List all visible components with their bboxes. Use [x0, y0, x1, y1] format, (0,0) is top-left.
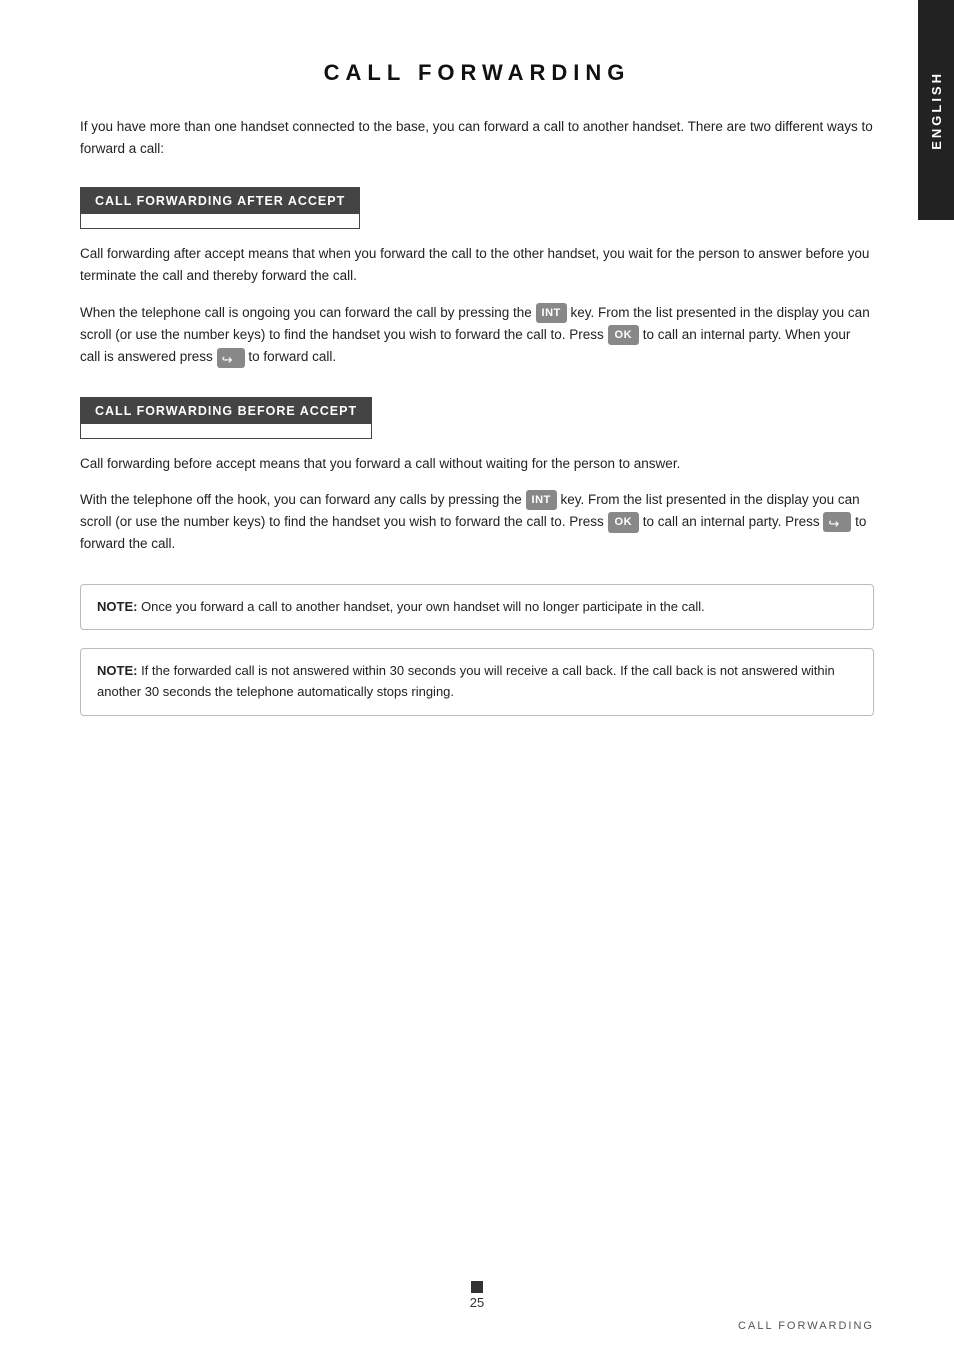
ok-key-before: OK	[608, 512, 640, 532]
section-before-accept: CALL FORWARDING BEFORE ACCEPT Call forwa…	[80, 397, 874, 556]
para2-pre: When the telephone call is ongoing you c…	[80, 305, 532, 320]
side-tab: ENGLISH	[918, 0, 954, 220]
note1-label: NOTE:	[97, 599, 137, 614]
section-before-para2: With the telephone off the hook, you can…	[80, 489, 874, 556]
section-before-accept-header: CALL FORWARDING BEFORE ACCEPT	[81, 398, 371, 424]
note2-text: If the forwarded call is not answered wi…	[97, 663, 835, 699]
before-para2-pre: With the telephone off the hook, you can…	[80, 492, 522, 507]
note-box-2: NOTE: If the forwarded call is not answe…	[80, 648, 874, 716]
section-after-accept-header: CALL FORWARDING AFTER ACCEPT	[81, 188, 359, 214]
int-key-after: INT	[536, 303, 567, 323]
phone-forward-icon-after	[217, 348, 245, 368]
note-box-1: NOTE: Once you forward a call to another…	[80, 584, 874, 631]
before-para2-mid2: to call an internal party. Press	[643, 514, 820, 529]
page-square-icon	[471, 1281, 483, 1293]
int-key-before: INT	[526, 490, 557, 510]
phone-forward-icon-before	[823, 512, 851, 532]
note1-text: Once you forward a call to another hands…	[137, 599, 704, 614]
para2-post: to forward call.	[248, 349, 336, 364]
section-before-para1: Call forwarding before accept means that…	[80, 453, 874, 475]
section-after-accept-header-wrap: CALL FORWARDING AFTER ACCEPT	[80, 187, 360, 229]
section-after-accept-body: Call forwarding after accept means that …	[80, 243, 874, 368]
section-after-para1: Call forwarding after accept means that …	[80, 243, 874, 288]
intro-text: If you have more than one handset connec…	[80, 116, 874, 159]
page-title: CALL FORWARDING	[80, 60, 874, 86]
page-number: 25	[470, 1295, 484, 1310]
section-after-accept: CALL FORWARDING AFTER ACCEPT Call forwar…	[80, 187, 874, 368]
section-before-accept-body: Call forwarding before accept means that…	[80, 453, 874, 556]
section-after-para2: When the telephone call is ongoing you c…	[80, 302, 874, 369]
section-before-accept-header-wrap: CALL FORWARDING BEFORE ACCEPT	[80, 397, 372, 439]
ok-key-after: OK	[608, 325, 640, 345]
note2-label: NOTE:	[97, 663, 137, 678]
page-footer: 25	[0, 1280, 954, 1310]
page-number-block: 25	[470, 1281, 484, 1310]
bottom-right-label: CALL FORWARDING	[738, 1320, 874, 1332]
side-tab-label: ENGLISH	[929, 71, 944, 150]
